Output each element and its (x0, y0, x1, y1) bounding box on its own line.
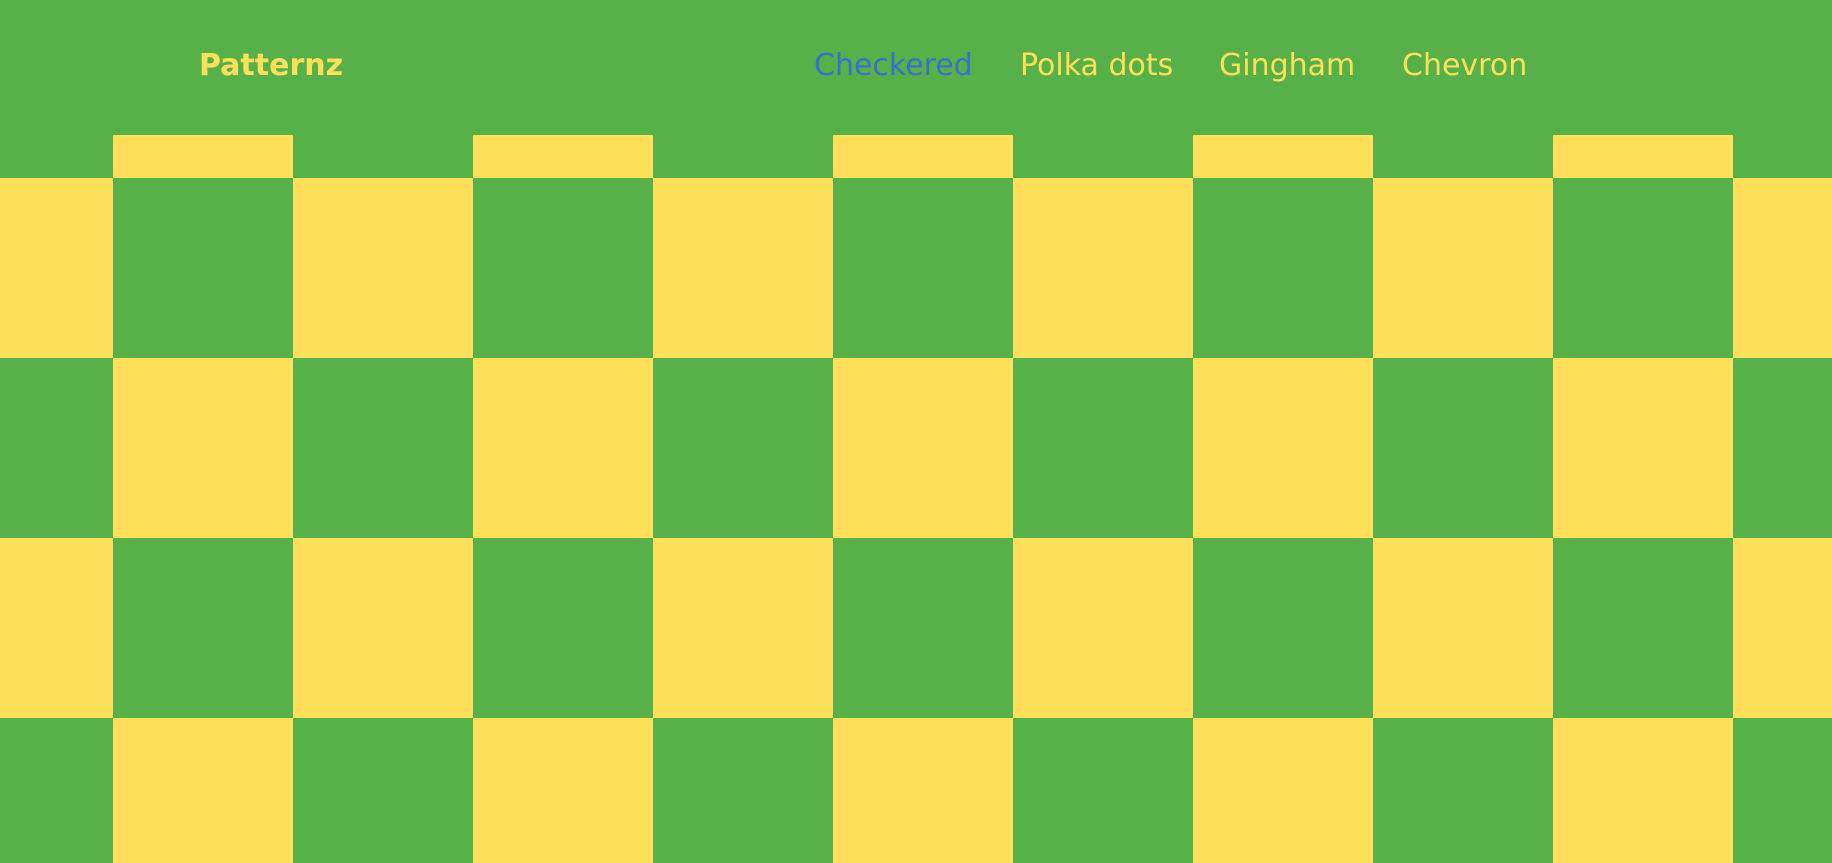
checker-square (0, 178, 113, 358)
nav-link-checkered[interactable]: Checkered (814, 44, 973, 88)
checker-square (1373, 178, 1553, 358)
checker-tab (833, 135, 1013, 178)
checker-square (113, 718, 293, 863)
nav-link-gingham[interactable]: Gingham (1219, 44, 1355, 88)
checker-square (1553, 718, 1733, 863)
main-nav: Checkered Polka dots Gingham Chevron (0, 44, 1832, 88)
checker-square (653, 538, 833, 718)
checker-square (293, 178, 473, 358)
checker-square (1193, 718, 1373, 863)
checker-square (833, 718, 1013, 863)
site-header: Patternz Checkered Polka dots Gingham Ch… (0, 0, 1832, 135)
checker-tab (1553, 135, 1733, 178)
checker-square (473, 358, 653, 538)
nav-link-chevron[interactable]: Chevron (1402, 44, 1527, 88)
checker-square (1733, 178, 1832, 358)
checker-tab (1193, 135, 1373, 178)
checker-tab (113, 135, 293, 178)
checker-square (1013, 538, 1193, 718)
checker-square (113, 358, 293, 538)
checker-square (653, 178, 833, 358)
checker-square (1013, 178, 1193, 358)
checker-square (1193, 358, 1373, 538)
page: Patternz Checkered Polka dots Gingham Ch… (0, 0, 1832, 863)
checker-square (1373, 538, 1553, 718)
checker-square (833, 358, 1013, 538)
checker-tab (473, 135, 653, 178)
checker-square (1733, 538, 1832, 718)
checker-square (0, 538, 113, 718)
checker-square (1553, 358, 1733, 538)
nav-link-polka-dots[interactable]: Polka dots (1020, 44, 1173, 88)
checker-square (293, 538, 473, 718)
checker-square (473, 718, 653, 863)
